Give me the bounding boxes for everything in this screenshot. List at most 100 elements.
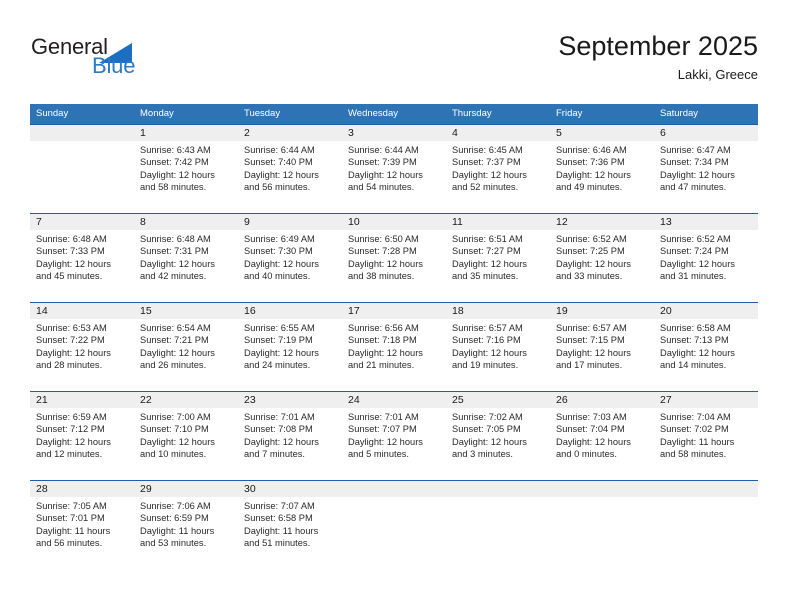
day-cell[interactable]: 6 Sunrise: 6:47 AM Sunset: 7:34 PM Dayli… (654, 125, 758, 213)
weekday-saturday: Saturday (660, 108, 699, 119)
day-cell[interactable]: 20 Sunrise: 6:58 AM Sunset: 7:13 PM Dayl… (654, 303, 758, 391)
day-details: Sunrise: 6:57 AM Sunset: 7:15 PM Dayligh… (550, 319, 654, 372)
daylight-text-line1: Daylight: 12 hours (660, 258, 735, 269)
day-cell[interactable]: 10 Sunrise: 6:50 AM Sunset: 7:28 PM Dayl… (342, 214, 446, 302)
sunset-text: Sunset: 7:31 PM (140, 246, 209, 257)
day-number: 10 (342, 214, 446, 230)
daylight-text-line2: and 5 minutes. (348, 449, 409, 460)
sunset-text: Sunset: 7:15 PM (556, 335, 625, 346)
day-number: 8 (134, 214, 238, 230)
day-number: 18 (446, 303, 550, 319)
weekday-friday: Friday (556, 108, 583, 119)
daylight-text-line2: and 45 minutes. (36, 271, 103, 282)
sunrise-text: Sunrise: 7:05 AM (36, 501, 107, 511)
day-details: Sunrise: 6:57 AM Sunset: 7:16 PM Dayligh… (446, 319, 550, 372)
day-cell[interactable]: 3 Sunrise: 6:44 AM Sunset: 7:39 PM Dayli… (342, 125, 446, 213)
day-cell[interactable]: 15 Sunrise: 6:54 AM Sunset: 7:21 PM Dayl… (134, 303, 238, 391)
sunset-text: Sunset: 7:12 PM (36, 424, 105, 435)
day-details: Sunrise: 6:49 AM Sunset: 7:30 PM Dayligh… (238, 230, 342, 283)
calendar-grid: Sunday Monday Tuesday Wednesday Thursday… (30, 104, 758, 569)
day-number: 12 (550, 214, 654, 230)
sunrise-text: Sunrise: 6:46 AM (556, 145, 627, 155)
sunset-text: Sunset: 7:33 PM (36, 246, 105, 257)
daylight-text-line2: and 3 minutes. (452, 449, 513, 460)
day-cell[interactable]: 13 Sunrise: 6:52 AM Sunset: 7:24 PM Dayl… (654, 214, 758, 302)
day-cell[interactable]: 26 Sunrise: 7:03 AM Sunset: 7:04 PM Dayl… (550, 392, 654, 480)
day-cell[interactable]: 5 Sunrise: 6:46 AM Sunset: 7:36 PM Dayli… (550, 125, 654, 213)
day-cell[interactable] (550, 481, 654, 569)
weekday-wednesday: Wednesday (348, 108, 398, 119)
page-header: General Blue September 2025 Lakki, Greec… (30, 30, 758, 98)
day-cell[interactable]: 29 Sunrise: 7:06 AM Sunset: 6:59 PM Dayl… (134, 481, 238, 569)
sunrise-text: Sunrise: 6:59 AM (36, 412, 107, 422)
sunrise-text: Sunrise: 6:43 AM (140, 145, 211, 155)
page-title: September 2025 (558, 31, 758, 61)
day-cell[interactable]: 14 Sunrise: 6:53 AM Sunset: 7:22 PM Dayl… (30, 303, 134, 391)
day-cell[interactable]: 11 Sunrise: 6:51 AM Sunset: 7:27 PM Dayl… (446, 214, 550, 302)
day-cell[interactable]: 16 Sunrise: 6:55 AM Sunset: 7:19 PM Dayl… (238, 303, 342, 391)
day-details: Sunrise: 6:55 AM Sunset: 7:19 PM Dayligh… (238, 319, 342, 372)
day-number: 2 (238, 125, 342, 141)
day-number (654, 481, 758, 497)
day-cell[interactable]: 8 Sunrise: 6:48 AM Sunset: 7:31 PM Dayli… (134, 214, 238, 302)
day-cell[interactable]: 4 Sunrise: 6:45 AM Sunset: 7:37 PM Dayli… (446, 125, 550, 213)
sunset-text: Sunset: 7:37 PM (452, 157, 521, 168)
daylight-text-line2: and 0 minutes. (556, 449, 617, 460)
day-cell[interactable]: 21 Sunrise: 6:59 AM Sunset: 7:12 PM Dayl… (30, 392, 134, 480)
day-details: Sunrise: 6:43 AM Sunset: 7:42 PM Dayligh… (134, 141, 238, 194)
day-number: 30 (238, 481, 342, 497)
daylight-text-line1: Daylight: 12 hours (244, 347, 319, 358)
day-cell[interactable] (342, 481, 446, 569)
day-cell[interactable]: 19 Sunrise: 6:57 AM Sunset: 7:15 PM Dayl… (550, 303, 654, 391)
day-cell[interactable]: 24 Sunrise: 7:01 AM Sunset: 7:07 PM Dayl… (342, 392, 446, 480)
sunrise-text: Sunrise: 7:00 AM (140, 412, 211, 422)
day-details: Sunrise: 6:47 AM Sunset: 7:34 PM Dayligh… (654, 141, 758, 194)
sunrise-text: Sunrise: 6:47 AM (660, 145, 731, 155)
general-blue-logo[interactable]: General Blue (30, 34, 250, 90)
week-row: 28 Sunrise: 7:05 AM Sunset: 7:01 PM Dayl… (30, 480, 758, 569)
daylight-text-line2: and 31 minutes. (660, 271, 727, 282)
day-cell[interactable]: 27 Sunrise: 7:04 AM Sunset: 7:02 PM Dayl… (654, 392, 758, 480)
day-cell[interactable]: 7 Sunrise: 6:48 AM Sunset: 7:33 PM Dayli… (30, 214, 134, 302)
day-details: Sunrise: 7:04 AM Sunset: 7:02 PM Dayligh… (654, 408, 758, 461)
day-details: Sunrise: 6:59 AM Sunset: 7:12 PM Dayligh… (30, 408, 134, 461)
sunrise-text: Sunrise: 6:55 AM (244, 323, 315, 333)
day-cell[interactable]: 17 Sunrise: 6:56 AM Sunset: 7:18 PM Dayl… (342, 303, 446, 391)
day-number: 6 (654, 125, 758, 141)
day-cell[interactable]: 12 Sunrise: 6:52 AM Sunset: 7:25 PM Dayl… (550, 214, 654, 302)
sunrise-text: Sunrise: 6:52 AM (660, 234, 731, 244)
day-number: 23 (238, 392, 342, 408)
day-cell[interactable]: 18 Sunrise: 6:57 AM Sunset: 7:16 PM Dayl… (446, 303, 550, 391)
day-cell[interactable]: 28 Sunrise: 7:05 AM Sunset: 7:01 PM Dayl… (30, 481, 134, 569)
day-number: 15 (134, 303, 238, 319)
day-cell[interactable] (654, 481, 758, 569)
day-cell[interactable] (30, 125, 134, 213)
day-number: 7 (30, 214, 134, 230)
day-cell[interactable]: 2 Sunrise: 6:44 AM Sunset: 7:40 PM Dayli… (238, 125, 342, 213)
day-cell[interactable]: 22 Sunrise: 7:00 AM Sunset: 7:10 PM Dayl… (134, 392, 238, 480)
day-number: 13 (654, 214, 758, 230)
daylight-text-line2: and 35 minutes. (452, 271, 519, 282)
day-details: Sunrise: 6:52 AM Sunset: 7:24 PM Dayligh… (654, 230, 758, 283)
day-cell[interactable] (446, 481, 550, 569)
week-row: 1 Sunrise: 6:43 AM Sunset: 7:42 PM Dayli… (30, 124, 758, 213)
day-cell[interactable]: 9 Sunrise: 6:49 AM Sunset: 7:30 PM Dayli… (238, 214, 342, 302)
weekday-header-row: Sunday Monday Tuesday Wednesday Thursday… (30, 104, 758, 124)
sunset-text: Sunset: 7:22 PM (36, 335, 105, 346)
day-cell[interactable]: 1 Sunrise: 6:43 AM Sunset: 7:42 PM Dayli… (134, 125, 238, 213)
sunrise-text: Sunrise: 7:03 AM (556, 412, 627, 422)
sunset-text: Sunset: 7:39 PM (348, 157, 417, 168)
day-cell[interactable]: 25 Sunrise: 7:02 AM Sunset: 7:05 PM Dayl… (446, 392, 550, 480)
sunrise-text: Sunrise: 7:06 AM (140, 501, 211, 511)
daylight-text-line2: and 21 minutes. (348, 360, 415, 371)
daylight-text-line1: Daylight: 12 hours (556, 169, 631, 180)
day-cell[interactable]: 23 Sunrise: 7:01 AM Sunset: 7:08 PM Dayl… (238, 392, 342, 480)
daylight-text-line1: Daylight: 12 hours (348, 436, 423, 447)
sunset-text: Sunset: 6:59 PM (140, 513, 209, 524)
sunrise-text: Sunrise: 6:48 AM (36, 234, 107, 244)
day-number: 22 (134, 392, 238, 408)
daylight-text-line2: and 58 minutes. (660, 449, 727, 460)
day-details: Sunrise: 6:53 AM Sunset: 7:22 PM Dayligh… (30, 319, 134, 372)
day-cell[interactable]: 30 Sunrise: 7:07 AM Sunset: 6:58 PM Dayl… (238, 481, 342, 569)
day-number: 4 (446, 125, 550, 141)
